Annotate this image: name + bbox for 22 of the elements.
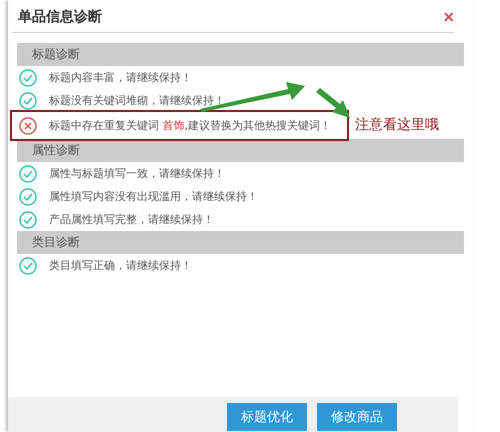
check-circle-icon [19,68,37,86]
check-circle-icon [19,92,37,110]
action-button[interactable]: 标题优化 [227,403,307,431]
check-circle-icon [19,210,37,228]
diagnosis-text: 类目填写正确，请继续保持！ [49,258,192,273]
diagnosis-text: 标题没有关键词堆砌，请继续保持！ [49,93,225,108]
section-header: 属性诊断 [17,139,464,162]
section-header: 类目诊断 [17,231,464,254]
check-circle-icon [19,256,37,274]
diagnosis-text: 产品属性填写完整，请继续保持！ [49,212,214,227]
check-circle-icon [19,164,37,182]
annotation-text: 注意看这里哦 [355,116,439,134]
dialog-title: 单品信息诊断 [18,8,102,26]
diagnosis-text: 属性填写内容没有出现滥用，请继续保持！ [49,189,258,204]
error-circle-icon [19,116,37,134]
action-button[interactable]: 修改商品 [317,403,397,431]
check-circle-icon [19,188,37,206]
section-header: 标题诊断 [17,43,464,66]
diagnosis-text: 标题中存在重复关键词 首饰,建议替换为其他热搜关键词！ [49,118,331,133]
diagnosis-text: 标题内容丰富，请继续保持！ [49,70,192,85]
close-button[interactable]: × [443,8,454,26]
diagnosis-text: 属性与标题填写一致，请继续保持！ [49,166,225,181]
